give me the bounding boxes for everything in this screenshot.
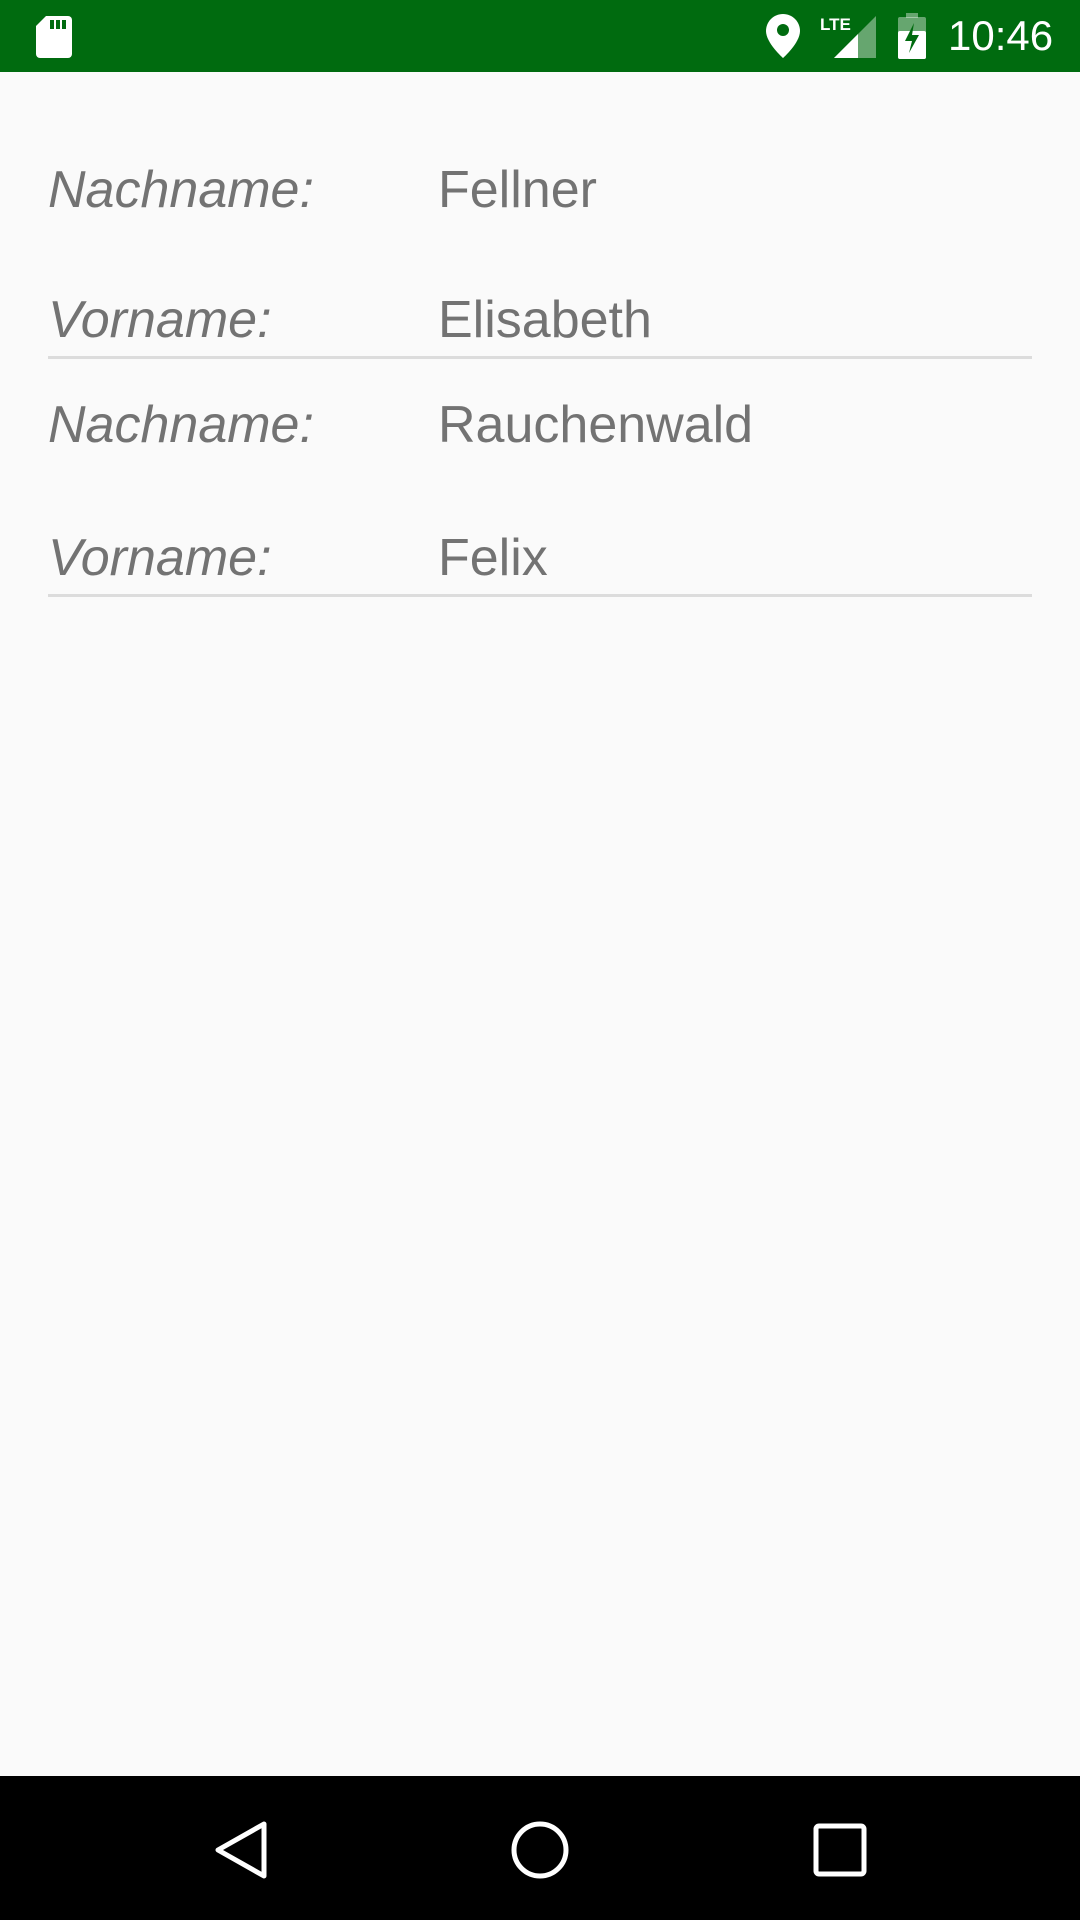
recents-icon[interactable] xyxy=(808,1818,872,1882)
first-name-value: Elisabeth xyxy=(438,291,652,349)
last-name-value: Rauchenwald xyxy=(438,396,754,454)
first-name-row: Vorname: Elisabeth xyxy=(48,285,1032,355)
last-name-label: Nachname: xyxy=(48,396,314,454)
person-list: Nachname: Fellner Vorname: Elisabeth Nac… xyxy=(0,72,1080,597)
first-name-value: Felix xyxy=(438,529,548,587)
last-name-row: Nachname: Rauchenwald xyxy=(48,390,1032,460)
navigation-bar xyxy=(0,1776,1080,1920)
lte-signal-icon: LTE xyxy=(820,15,876,58)
battery-charging-icon xyxy=(898,13,926,59)
status-bar: LTE 10:46 xyxy=(0,0,1080,72)
sd-card-icon xyxy=(36,16,72,58)
first-name-label: Vorname: xyxy=(48,291,272,349)
list-item[interactable]: Nachname: Fellner Vorname: Elisabeth xyxy=(48,72,1032,359)
first-name-label: Vorname: xyxy=(48,529,272,587)
list-item[interactable]: Nachname: Rauchenwald Vorname: Felix xyxy=(48,359,1032,597)
last-name-row: Nachname: Fellner xyxy=(48,155,1032,225)
home-icon[interactable] xyxy=(508,1818,572,1882)
first-name-row: Vorname: Felix xyxy=(48,523,1032,593)
last-name-label: Nachname: xyxy=(48,161,314,219)
last-name-value: Fellner xyxy=(438,161,597,219)
back-icon[interactable] xyxy=(208,1818,272,1882)
location-icon xyxy=(766,14,800,58)
lte-label: LTE xyxy=(820,15,851,34)
clock: 10:46 xyxy=(948,12,1054,59)
